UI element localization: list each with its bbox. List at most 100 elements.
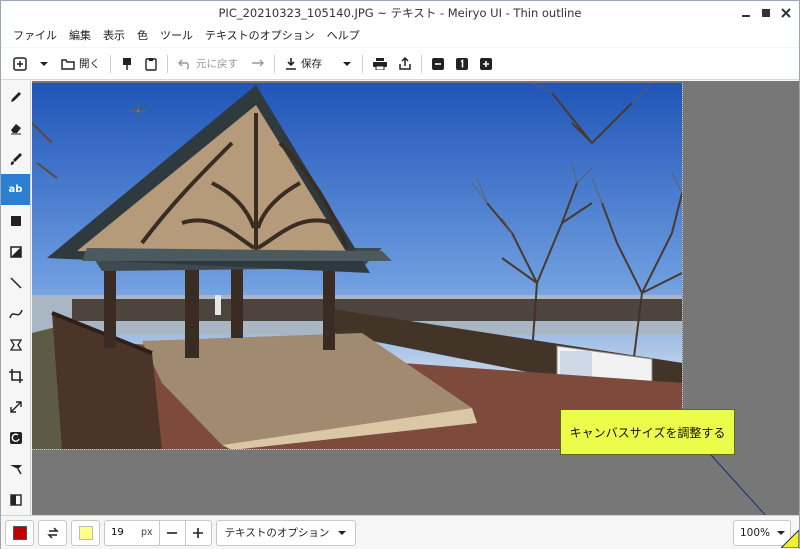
new-button[interactable] xyxy=(7,51,33,77)
tool-rectangle[interactable] xyxy=(1,205,30,236)
swap-colors-button[interactable] xyxy=(38,519,67,546)
zoom-original-button[interactable] xyxy=(450,51,474,77)
window-controls xyxy=(737,4,795,22)
text-tool-icon: ab xyxy=(8,184,23,195)
print-button[interactable] xyxy=(367,51,393,77)
tool-resize[interactable] xyxy=(1,391,30,422)
folder-icon xyxy=(61,58,75,70)
toolbar-separator xyxy=(421,54,422,73)
save-label: 保存 xyxy=(301,58,322,70)
line-icon xyxy=(9,276,22,289)
maximize-icon xyxy=(762,9,770,17)
tool-crop[interactable] xyxy=(1,360,30,391)
paste-button[interactable] xyxy=(139,51,163,77)
zoom-out-icon xyxy=(432,57,444,70)
title-bar: PIC_20210323_105140.JPG ~ テキスト - Meiryo … xyxy=(1,1,799,25)
toolbar: 開く 元に戻す 保存 xyxy=(1,48,799,80)
color-picker-icon xyxy=(9,464,22,474)
export-button[interactable] xyxy=(393,51,417,77)
zoom-value: 100% xyxy=(740,527,771,539)
menu-edit[interactable]: 編集 xyxy=(63,25,97,47)
chevron-down-icon xyxy=(40,61,48,66)
tool-curve[interactable] xyxy=(1,298,30,329)
undo-label: 元に戻す xyxy=(196,58,238,70)
menu-bar: ファイル 編集 表示 色 ツール テキストのオプション ヘルプ xyxy=(1,25,799,47)
zoom-original-icon xyxy=(456,57,468,70)
curve-icon xyxy=(8,309,23,318)
secondary-color-swatch xyxy=(78,525,93,540)
tool-eraser[interactable] xyxy=(1,112,30,143)
swap-icon xyxy=(46,526,59,539)
photo-canvas[interactable] xyxy=(32,83,683,450)
tool-contrast[interactable] xyxy=(1,484,30,515)
toolbar-separator xyxy=(167,54,168,73)
copy-button[interactable] xyxy=(115,51,139,77)
menu-color[interactable]: 色 xyxy=(131,25,154,47)
resize-icon xyxy=(9,400,22,413)
secondary-color-button[interactable] xyxy=(71,519,100,546)
size-control: px xyxy=(104,519,212,546)
annotation-callout: キャンバスサイズを調整する xyxy=(560,409,735,455)
text-options-label: テキストのオプション xyxy=(224,527,330,539)
eraser-icon xyxy=(10,123,21,134)
tool-line[interactable] xyxy=(1,267,30,298)
new-icon xyxy=(13,56,27,71)
menu-file[interactable]: ファイル xyxy=(7,25,63,47)
tool-fill[interactable] xyxy=(1,236,30,267)
minimize-button[interactable] xyxy=(737,4,755,22)
toolbar-separator xyxy=(362,54,363,73)
tool-pencil[interactable] xyxy=(1,81,30,112)
zoom-in-button[interactable] xyxy=(474,51,498,77)
pencil-icon xyxy=(10,91,21,102)
primary-color-swatch xyxy=(12,525,27,540)
primary-color-button[interactable] xyxy=(5,519,34,546)
close-button[interactable] xyxy=(777,4,795,22)
plus-icon xyxy=(193,527,204,538)
text-options-dropdown[interactable]: テキストのオプション xyxy=(215,519,357,546)
redo-button[interactable] xyxy=(244,51,270,77)
tool-color-picker[interactable] xyxy=(1,453,30,484)
canvas-resize-handle[interactable] xyxy=(781,530,799,548)
size-unit: px xyxy=(141,527,153,538)
menu-view[interactable]: 表示 xyxy=(97,25,131,47)
contrast-icon xyxy=(9,493,22,506)
share-icon xyxy=(399,57,411,70)
minimize-icon xyxy=(742,15,750,17)
toolbar-separator xyxy=(110,54,111,73)
copy-icon xyxy=(123,57,131,70)
undo-button[interactable]: 元に戻す xyxy=(172,51,244,77)
tool-palette: ab xyxy=(1,81,31,515)
tool-free-select[interactable] xyxy=(1,329,30,360)
window-title: PIC_20210323_105140.JPG ~ テキスト - Meiryo … xyxy=(218,6,582,20)
clipboard-icon xyxy=(145,57,157,71)
bottom-bar: px テキストのオプション 100% xyxy=(1,515,799,549)
size-input[interactable] xyxy=(105,520,141,545)
zoom-in-icon xyxy=(480,57,492,70)
fill-icon xyxy=(9,245,22,258)
tool-text[interactable]: ab xyxy=(1,174,30,205)
toolbar-separator xyxy=(274,54,275,73)
undo-icon xyxy=(178,59,189,70)
save-button[interactable]: 保存 xyxy=(279,51,328,77)
free-select-icon xyxy=(9,338,22,351)
zoom-out-button[interactable] xyxy=(426,51,450,77)
chevron-down-icon xyxy=(343,61,351,66)
size-increase-button[interactable] xyxy=(184,519,211,546)
size-decrease-button[interactable] xyxy=(158,519,185,546)
brush-icon xyxy=(10,152,22,165)
menu-help[interactable]: ヘルプ xyxy=(321,25,366,47)
minus-icon xyxy=(167,531,178,534)
app-window: PIC_20210323_105140.JPG ~ テキスト - Meiryo … xyxy=(0,0,800,549)
menu-tools[interactable]: ツール xyxy=(154,25,199,47)
tool-brush[interactable] xyxy=(1,143,30,174)
save-dropdown-button[interactable] xyxy=(336,51,358,77)
rectangle-icon xyxy=(10,215,21,226)
download-icon xyxy=(286,58,296,70)
open-button[interactable]: 開く xyxy=(55,51,106,77)
menu-text-options[interactable]: テキストのオプション xyxy=(199,25,321,47)
maximize-button[interactable] xyxy=(757,4,775,22)
tool-rotate[interactable] xyxy=(1,422,30,453)
new-dropdown-button[interactable] xyxy=(33,51,55,77)
rotate-icon xyxy=(9,431,22,444)
callout-text: キャンバスサイズを調整する xyxy=(569,425,726,440)
